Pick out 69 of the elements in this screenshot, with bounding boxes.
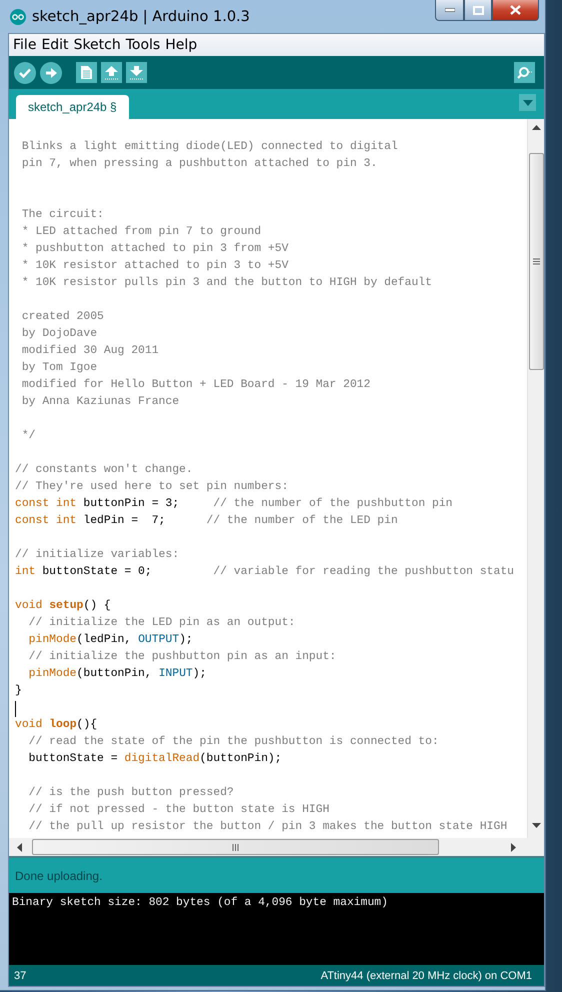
maximize-button[interactable] [464,0,492,21]
grip-icon [532,258,540,265]
minimize-button[interactable] [435,0,464,21]
code-line: * 10K resistor pulls pin 3 and the button to HIGH by default [20,276,433,291]
verify-button[interactable] [14,62,36,84]
code-line: * LED attached from pin 7 to ground [20,224,262,240]
code-line: void setup() { [15,598,112,614]
code-line: by Tom Igoe [20,360,98,376]
scroll-down-icon[interactable] [532,823,540,828]
code-line: // is the push button pressed? [28,786,235,801]
window-title: sketch_apr24b | Arduino 1.0.3 [32,8,251,24]
logo-icon [10,8,26,24]
upload-button[interactable] [40,62,62,84]
code-line: Blinks a light emitting diode(LED) connected to digital [20,140,399,155]
menu-item[interactable]: Sketch [72,37,125,53]
text-cursor [15,700,16,716]
code-line: */ [20,428,37,444]
code-line: buttonState = digitalRead(buttonPin); [28,752,283,767]
menu-item[interactable]: File [12,37,40,53]
line-number: 37 [14,970,26,982]
code-line: // initialize the LED pin as an output: [28,616,296,631]
code-line: // initialize the pushbutton pin as an input: [28,650,338,665]
magnifier-icon [517,66,532,79]
menu-item[interactable]: Help [164,37,202,53]
arrow-right-icon [46,68,56,78]
document-icon [81,66,92,79]
scroll-left-icon[interactable] [17,842,22,852]
scroll-right-icon[interactable] [511,842,516,852]
code-line: pinMode(buttonPin, INPUT); [28,666,208,682]
code-line: pin 7, when pressing a pushbutton attached to pin 3. [20,156,378,172]
scroll-up-icon[interactable] [532,125,540,130]
code-line: modified for Hello Button + LED Board - 19 Mar 2012 [20,378,372,393]
code-line: const int buttonPin = 3; // the number of the pushbutton pin [15,496,454,512]
grip-icon [232,844,239,850]
menu-item[interactable]: Edit [40,37,73,53]
code-line: * pushbutton attached to pin 3 from +5V [20,242,290,257]
code-line: void loop(){ [15,718,98,733]
code-line: The circuit: [20,208,105,223]
arrow-up-icon [105,66,118,80]
code-line: pinMode(ledPin, OUTPUT); [28,632,194,648]
code-line: created 2005 [20,310,105,325]
arrow-down-icon [130,66,143,80]
code-line: // the pull up resistor the button / pin 3 makes the button state HIGH [28,820,508,835]
code-line: // if not pressed - the button state is HIGH [28,802,330,818]
caret-down-icon [522,100,532,106]
code-line: by DojoDave [20,326,98,342]
tab-menu-button[interactable] [519,94,536,111]
checkmark-icon [19,68,31,78]
scrollbar-thumb[interactable] [528,153,544,370]
scrollbar-thumb[interactable] [32,839,439,855]
code-line: // They're used here to set pin numbers: [15,480,290,495]
close-button[interactable] [492,0,539,21]
code-line: } [15,684,23,699]
code-line: modified 30 Aug 2011 [20,344,160,359]
close-icon [510,5,521,15]
maximize-icon [472,6,484,14]
status-message: Done uploading. [15,868,102,882]
code-line: // initialize variables: [15,548,180,563]
code-line: // read the state of the pin the pushbutton is connected to: [28,734,440,750]
code-line: * 10K resistor attached to pin 3 to +5V [20,258,290,274]
code-line: by Anna Kaziunas France [20,394,180,410]
minimize-icon [444,8,454,12]
console-line: Binary sketch size: 802 bytes (of a 4,096 byte maximum) [12,897,389,909]
code-line: // constants won't change. [15,462,194,478]
menu-item[interactable]: Tools [124,37,164,53]
editor-tab[interactable]: sketch_apr24b § [16,95,129,119]
code-line: int buttonState = 0; // variable for reading the pushbutton statu [15,564,516,580]
board-info: ATtiny44 (external 20 MHz clock) on COM1 [320,970,532,982]
code-line: const int ledPin = 7; // the number of the LED pin [15,514,399,529]
